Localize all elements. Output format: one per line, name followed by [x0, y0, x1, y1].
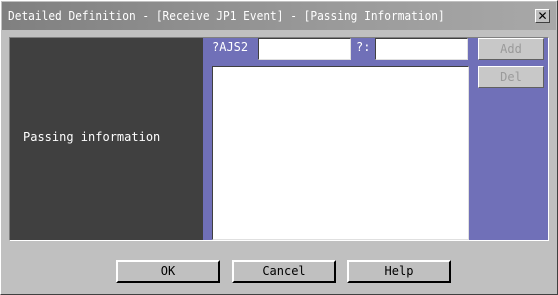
close-icon[interactable]: ✕ [535, 9, 550, 23]
passing-info-list[interactable] [212, 66, 469, 240]
ok-button[interactable]: OK [116, 260, 220, 283]
window-title: Detailed Definition - [Receive JP1 Event… [8, 9, 445, 23]
variable-label: ?: [356, 40, 371, 54]
ajs2-label: ?AJS2 [212, 40, 249, 54]
title-bar: Detailed Definition - [Receive JP1 Event… [2, 2, 556, 30]
variable-input[interactable] [375, 38, 468, 60]
cancel-button[interactable]: Cancel [232, 260, 336, 283]
del-button[interactable]: Del [478, 66, 544, 88]
add-button[interactable]: Add [478, 38, 544, 60]
ajs2-input[interactable] [258, 38, 351, 60]
left-panel: Passing information [10, 38, 203, 240]
help-button[interactable]: Help [347, 260, 451, 283]
passing-information-label: Passing information [23, 130, 161, 144]
